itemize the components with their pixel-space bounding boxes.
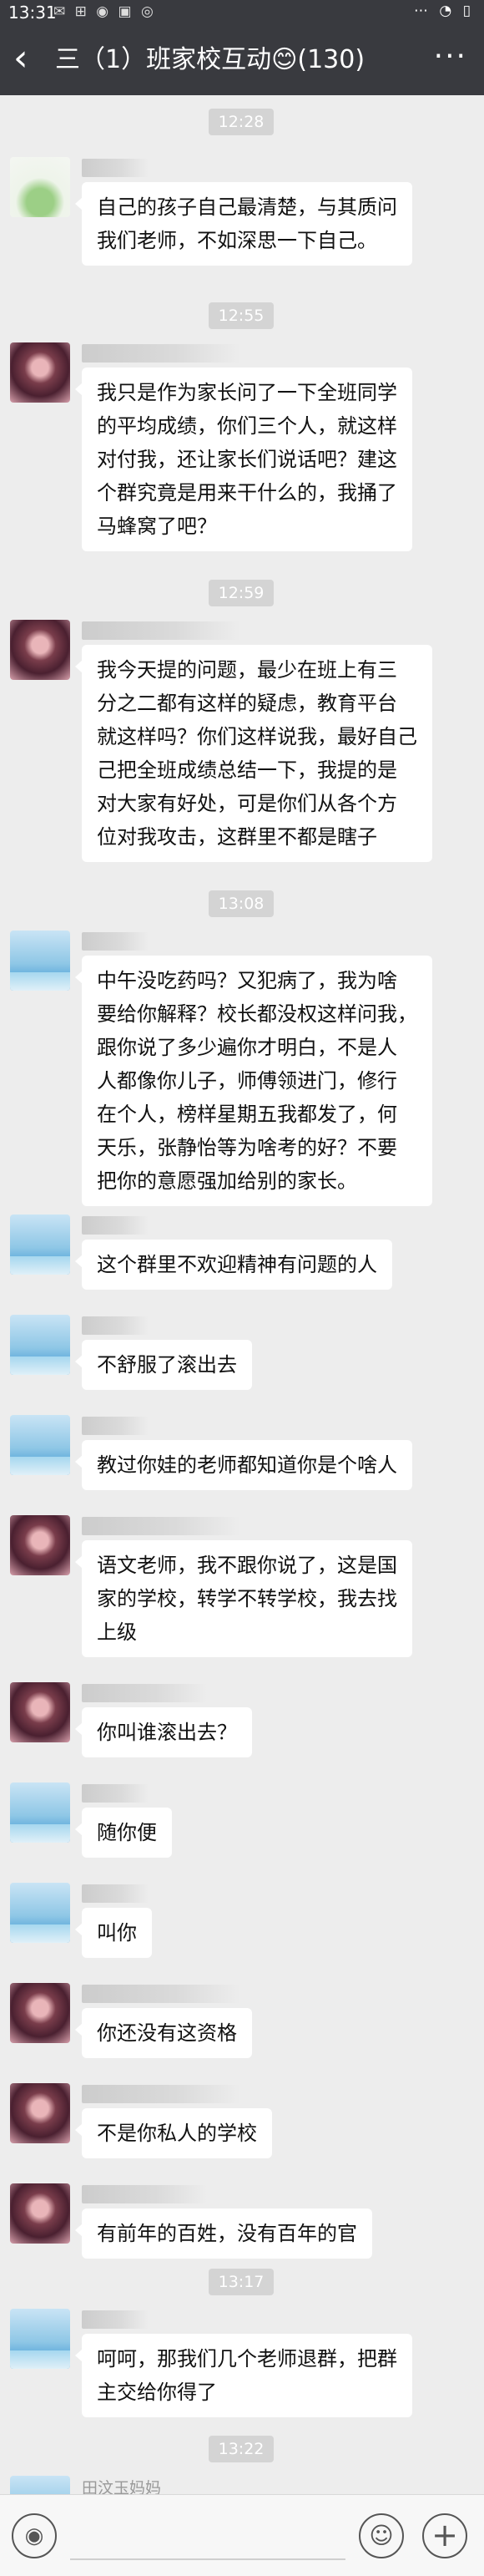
avatar[interactable] [10, 1515, 70, 1575]
message-line: 我只是作为家长问了一下全班同学 [97, 381, 397, 404]
timestamp: 12:28 [209, 109, 274, 135]
avatar[interactable] [10, 1315, 70, 1375]
sender-name [82, 1216, 149, 1235]
avatar[interactable] [10, 931, 70, 991]
message-line: 把你的意愿强加给别的家长。 [97, 1169, 357, 1193]
system-icons: ⋯ ◔ ▯ [414, 3, 474, 19]
timestamp: 13:22 [209, 2436, 274, 2462]
sender-name [82, 1985, 240, 2003]
message-line: 你叫谁滚出去？ [97, 1721, 237, 1744]
sender-name [82, 1784, 149, 1803]
message-line: 我们老师，不如深思一下自己。 [97, 229, 377, 252]
avatar[interactable] [10, 620, 70, 680]
timestamp: 12:55 [209, 302, 274, 329]
message-line: 自己的孩子自己最清楚，与其质问 [97, 195, 397, 219]
message-line: 对付我，还让家长们说话吧？建这 [97, 448, 397, 471]
back-arrow-icon[interactable]: ‹ [13, 37, 50, 80]
avatar[interactable] [10, 1782, 70, 1843]
message-line: 跟你说了多少遍你才明白，不是人 [97, 1036, 397, 1059]
sender-name [82, 1684, 207, 1702]
message-line: 人都像你儿子，师傅领进门，修行 [97, 1069, 397, 1093]
message-bubble[interactable]: 你叫谁滚出去？ [75, 1707, 252, 1757]
avatar[interactable] [10, 1214, 70, 1275]
message-line: 有前年的百姓，没有百年的官 [97, 2222, 357, 2245]
message-line: 教过你娃的老师都知道你是个啥人 [97, 1453, 397, 1477]
message-line: 中午没吃药吗？又犯病了，我为啥 [97, 969, 397, 992]
sender-name [82, 2310, 149, 2329]
avatar[interactable] [10, 1415, 70, 1475]
message-bubble[interactable]: 叫你 [75, 1908, 152, 1958]
message-line: 家的学校，转学不转学校，我去找 [97, 1587, 397, 1610]
avatar[interactable] [10, 2309, 70, 2369]
sender-name [82, 1417, 149, 1435]
emoji-icon[interactable]: ☺ [359, 2513, 404, 2558]
sender-name [82, 159, 149, 177]
message-bubble[interactable]: 不是你私人的学校 [75, 2108, 272, 2158]
message-line: 就这样吗？你们这样说我，最好自己 [97, 725, 417, 748]
input-bar: ◉ ☺ + [0, 2494, 484, 2576]
sender-name [82, 2085, 240, 2103]
message-line: 随你便 [97, 1821, 157, 1844]
message-bubble[interactable]: 有前年的百姓，没有百年的官 [75, 2208, 372, 2259]
message-line: 在个人，榜样星期五我都发了，何 [97, 1103, 397, 1126]
message-list[interactable]: 12:28 自己的孩子自己最清楚，与其质问 我们老师，不如深思一下自己。 12:… [0, 95, 484, 2576]
message-line: 己把全班成绩总结一下，我提的是 [97, 758, 397, 782]
message-bubble[interactable]: 自己的孩子自己最清楚，与其质问 我们老师，不如深思一下自己。 [75, 182, 412, 266]
sender-name [82, 621, 240, 640]
sender-name [82, 1884, 149, 1903]
status-time: 13:31 [8, 3, 57, 23]
avatar[interactable] [10, 342, 70, 403]
message-line: 不是你私人的学校 [97, 2122, 257, 2145]
status-bar: 13:31 ✉ ⊞ ◉ ▣ ◎ ⋯ ◔ ▯ [0, 0, 484, 25]
message-line: 主交给你得了 [97, 2381, 217, 2404]
message-line: 马蜂窝了吧？ [97, 515, 217, 538]
message-line: 位对我攻击，这群里不都是瞎子 [97, 825, 377, 849]
message-line: 要给你解释？校长都没权这样问我， [97, 1002, 417, 1026]
message-line: 分之二都有这样的疑虑，教育平台 [97, 692, 397, 715]
message-bubble[interactable]: 这个群里不欢迎精神有问题的人 [75, 1240, 392, 1290]
message-bubble[interactable]: 语文老师，我不跟你说了，这是国 家的学校，转学不转学校，我去找 上级 [75, 1540, 412, 1657]
message-line: 呵呵，那我们几个老师退群，把群 [97, 2347, 397, 2371]
sender-name [82, 1316, 149, 1335]
message-bubble[interactable]: 中午没吃药吗？又犯病了，我为啥 要给你解释？校长都没权这样问我， 跟你说了多少遍… [75, 956, 432, 1206]
message-bubble[interactable]: 呵呵，那我们几个老师退群，把群 主交给你得了 [75, 2334, 412, 2417]
avatar[interactable] [10, 1682, 70, 1742]
chat-title: 三（1）班家校互动😊(130) [55, 45, 366, 74]
message-line: 的平均成绩，你们三个人，就这样 [97, 414, 397, 438]
message-line: 你还没有这资格 [97, 2021, 237, 2045]
avatar[interactable] [10, 2083, 70, 2143]
message-line: 上级 [97, 1620, 137, 1644]
plus-icon[interactable]: + [422, 2513, 467, 2558]
message-line: 语文老师，我不跟你说了，这是国 [97, 1554, 397, 1577]
message-bubble[interactable]: 我今天提的问题，最少在班上有三 分之二都有这样的疑虑，教育平台 就这样吗？你们这… [75, 645, 432, 862]
timestamp: 13:08 [209, 890, 274, 917]
more-options-icon[interactable]: ··· [434, 40, 467, 74]
message-line: 不舒服了滚出去 [97, 1353, 237, 1377]
timestamp: 13:17 [209, 2269, 274, 2295]
voice-input-icon[interactable]: ◉ [12, 2513, 57, 2558]
sender-name [82, 1517, 240, 1535]
message-line: 这个群里不欢迎精神有问题的人 [97, 1253, 377, 1276]
message-line: 天乐，张静怡等为啥考的好？不要 [97, 1136, 397, 1159]
timestamp: 12:59 [209, 580, 274, 606]
message-line: 个群究竟是用来干什么的，我捅了 [97, 481, 397, 505]
message-bubble[interactable]: 教过你娃的老师都知道你是个啥人 [75, 1440, 412, 1490]
avatar[interactable] [10, 157, 70, 217]
message-input[interactable] [70, 2512, 345, 2560]
sender-name [82, 344, 240, 363]
message-bubble[interactable]: 我只是作为家长问了一下全班同学 的平均成绩，你们三个人，就这样 对付我，还让家长… [75, 368, 412, 551]
sender-name [82, 932, 149, 951]
message-bubble[interactable]: 随你便 [75, 1808, 172, 1858]
chat-header: ‹ 三（1）班家校互动😊(130) ··· [0, 25, 484, 95]
avatar[interactable] [10, 1883, 70, 1943]
message-bubble[interactable]: 不舒服了滚出去 [75, 1340, 252, 1390]
notification-icons: ✉ ⊞ ◉ ▣ ◎ [53, 3, 156, 20]
message-line: 我今天提的问题，最少在班上有三 [97, 658, 397, 682]
message-line: 对大家有好处，可是你们从各个方 [97, 792, 397, 815]
message-bubble[interactable]: 你还没有这资格 [75, 2008, 252, 2058]
message-line: 叫你 [97, 1921, 137, 1945]
sender-name [82, 2185, 207, 2203]
avatar[interactable] [10, 1983, 70, 2043]
avatar[interactable] [10, 2183, 70, 2244]
